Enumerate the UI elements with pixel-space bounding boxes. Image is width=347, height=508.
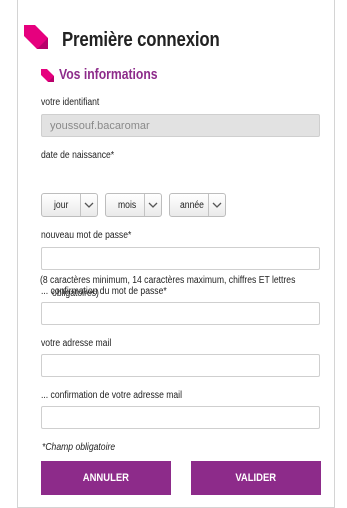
birthdate-label: date de naissance* <box>41 150 115 161</box>
birth-month-value: mois <box>118 200 137 211</box>
birth-year-value: année <box>180 200 204 211</box>
email-field[interactable] <box>41 354 320 377</box>
title-arrow-icon <box>24 25 48 49</box>
chevron-down-icon <box>144 194 158 216</box>
email-confirm-field[interactable] <box>41 406 320 429</box>
birth-month-select[interactable]: mois <box>105 193 162 217</box>
page-title: Première connexion <box>62 29 220 51</box>
password-confirm-field[interactable] <box>41 302 320 325</box>
birth-day-select[interactable]: jour <box>41 193 98 217</box>
cancel-button-label: ANNULER <box>82 472 130 484</box>
identifier-label: votre identifiant <box>41 97 100 108</box>
identifier-field <box>41 114 320 137</box>
submit-button-label: VALIDER <box>235 472 277 484</box>
email-confirm-label: ... confirmation de votre adresse mail <box>41 390 183 401</box>
chevron-down-icon <box>80 194 94 216</box>
submit-button[interactable]: VALIDER <box>191 461 321 495</box>
password-field[interactable] <box>41 247 320 270</box>
section-arrow-icon <box>41 69 54 82</box>
birth-day-value: jour <box>54 200 69 211</box>
birth-year-select[interactable]: année <box>169 193 226 217</box>
chevron-down-icon <box>208 194 222 216</box>
password-label: nouveau mot de passe* <box>41 230 132 241</box>
email-label: votre adresse mail <box>41 338 112 349</box>
cancel-button[interactable]: ANNULER <box>41 461 171 495</box>
password-confirm-label: ... confirmation du mot de passe* <box>41 286 167 297</box>
required-fields-note: *Champ obligatoire <box>42 442 116 453</box>
section-title: Vos informations <box>59 67 158 83</box>
